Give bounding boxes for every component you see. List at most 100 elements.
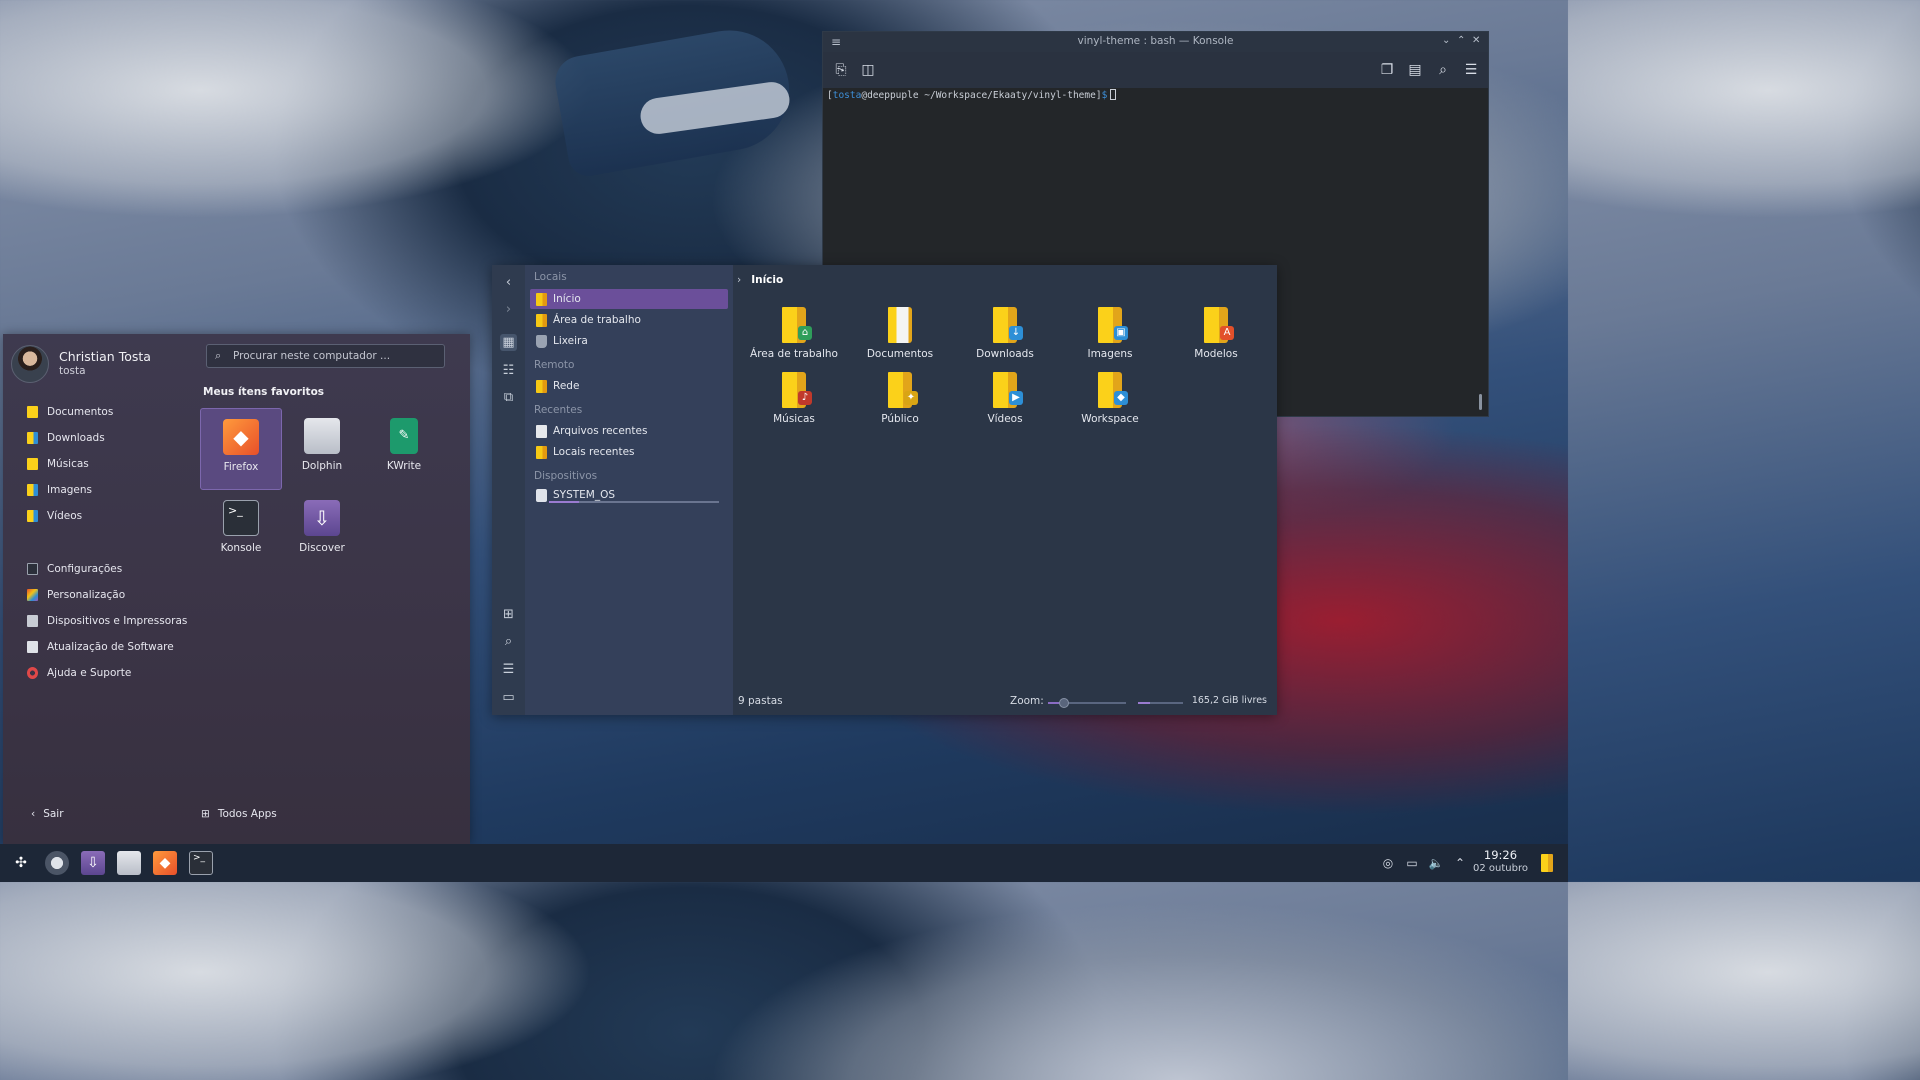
- favorite-discover[interactable]: ⇩ Discover: [281, 490, 363, 572]
- folder-item[interactable]: ♪ Músicas: [744, 372, 844, 425]
- search-icon[interactable]: ⌕: [500, 633, 517, 650]
- copy-icon[interactable]: ❐: [1378, 61, 1396, 79]
- place-label: Imagens: [47, 484, 93, 496]
- search-input[interactable]: ⌕ Procurar neste computador ...: [206, 344, 445, 368]
- terminal-panel-icon[interactable]: ▭: [500, 689, 517, 706]
- network-status-icon[interactable]: ◎: [1380, 855, 1396, 871]
- folder-item[interactable]: ◆ Workspace: [1060, 372, 1160, 425]
- launcher-personalization[interactable]: Personalização: [27, 589, 125, 601]
- sidebar-item-recent-places[interactable]: Locais recentes: [530, 442, 728, 462]
- close-icon[interactable]: ✕: [1472, 35, 1480, 46]
- folder-item[interactable]: ▣ Imagens: [1060, 307, 1160, 360]
- status-bar: 9 pastas Zoom: 165,2 GiB livres: [738, 695, 1267, 709]
- dolphin-left-rail: ‹ › ▦ ☷ ⧉ ⊞ ⌕ ☰ ▭: [492, 265, 525, 715]
- launcher-place-documents[interactable]: Documentos: [27, 406, 113, 418]
- file-view[interactable]: › Início ⌂ Área de trabalho Documentos ↓ D…: [733, 265, 1277, 715]
- prompt-user: tosta: [832, 90, 862, 101]
- breadcrumb[interactable]: › Início: [737, 274, 783, 286]
- personalization-icon: [27, 589, 38, 601]
- favorite-label: KWrite: [386, 460, 422, 472]
- folder-label: Vídeos: [987, 413, 1023, 425]
- favorite-firefox[interactable]: ◆ Firefox: [200, 408, 282, 490]
- favorite-dolphin[interactable]: Dolphin: [281, 408, 363, 490]
- icons-view-icon[interactable]: ▦: [500, 334, 517, 351]
- avatar[interactable]: [11, 345, 49, 383]
- paste-icon[interactable]: ▤: [1406, 61, 1424, 79]
- folder-label: Imagens: [1087, 348, 1133, 360]
- dolphin-icon[interactable]: [117, 851, 141, 875]
- network-folder-icon: [536, 379, 547, 393]
- folder-item[interactable]: ↓ Downloads: [955, 307, 1055, 360]
- clock-date: 02 outubro: [1473, 863, 1528, 874]
- system-label: Configurações: [47, 563, 123, 575]
- launcher-place-videos[interactable]: Vídeos: [27, 510, 82, 522]
- hamburger-menu-icon[interactable]: ☰: [500, 661, 517, 678]
- app-launcher-icon[interactable]: ✣: [9, 851, 33, 875]
- split-panel-icon[interactable]: ⊞: [500, 606, 517, 623]
- show-desktop-icon[interactable]: [1541, 854, 1553, 872]
- folder-item[interactable]: ▶ Vídeos: [955, 372, 1055, 425]
- favorite-label: Discover: [299, 542, 345, 554]
- documents-folder-icon: [888, 307, 912, 343]
- help-icon: [27, 667, 38, 679]
- sidebar-item-recent-files[interactable]: Arquivos recentes: [530, 421, 728, 441]
- firefox-icon[interactable]: ◆: [153, 851, 177, 875]
- details-view-icon[interactable]: ⧉: [500, 389, 517, 406]
- music-folder-icon: ♪: [782, 372, 812, 408]
- workspace-folder-icon: ◆: [1098, 372, 1128, 408]
- split-view-icon[interactable]: ◫: [859, 61, 877, 79]
- sidebar-item-home[interactable]: Início: [530, 289, 728, 309]
- zoom-slider-handle[interactable]: [1058, 698, 1069, 708]
- launcher-help-support[interactable]: Ajuda e Suporte: [27, 667, 131, 679]
- folder-item[interactable]: ✦ Público: [850, 372, 950, 425]
- favorite-konsole[interactable]: >_ Konsole: [200, 490, 282, 572]
- folder-label: Documentos: [866, 348, 934, 360]
- maximize-icon[interactable]: ⌃: [1457, 35, 1465, 46]
- dolphin-window[interactable]: ‹ › ▦ ☷ ⧉ ⊞ ⌕ ☰ ▭ Locais Início Área de …: [492, 265, 1277, 715]
- system-settings-icon[interactable]: [45, 851, 69, 875]
- leave-label: Sair: [43, 808, 64, 820]
- display-icon[interactable]: ▭: [1404, 855, 1420, 871]
- downloads-folder-icon: ↓: [993, 307, 1023, 343]
- launcher-devices-printers[interactable]: Dispositivos e Impressoras: [27, 615, 187, 627]
- launcher-place-downloads[interactable]: Downloads: [27, 432, 105, 444]
- clock[interactable]: 19:26 02 outubro: [1473, 849, 1528, 875]
- chevron-up-icon[interactable]: ⌃: [1452, 855, 1468, 871]
- all-apps-label: Todos Apps: [217, 808, 277, 820]
- all-apps-button[interactable]: ⊞ Todos Apps: [201, 808, 277, 820]
- favorite-kwrite[interactable]: ✎ KWrite: [363, 408, 445, 490]
- new-tab-icon[interactable]: ⎘: [832, 61, 850, 79]
- minimize-icon[interactable]: ⌄: [1442, 35, 1450, 46]
- leave-button[interactable]: ‹ Sair: [31, 808, 64, 820]
- printer-icon: [27, 615, 38, 627]
- disk-usage-bar: [1138, 702, 1183, 704]
- launcher-place-pictures[interactable]: Imagens: [27, 484, 92, 496]
- folder-item[interactable]: A Modelos: [1166, 307, 1266, 360]
- folder-label: Workspace: [1081, 413, 1139, 425]
- sidebar-item-network[interactable]: Rede: [530, 376, 728, 396]
- konsole-icon[interactable]: >_: [189, 851, 213, 875]
- recent-places-icon: [536, 445, 547, 459]
- discover-icon[interactable]: ⇩: [81, 851, 105, 875]
- sidebar-item-desktop[interactable]: Área de trabalho: [530, 310, 728, 330]
- konsole-titlebar[interactable]: ≡ vinyl-theme : bash — Konsole ⌄ ⌃ ✕: [823, 32, 1488, 52]
- folder-label: Músicas: [773, 413, 815, 425]
- folder-item[interactable]: Documentos: [850, 307, 950, 360]
- home-folder-icon: [536, 292, 547, 306]
- hamburger-menu-icon[interactable]: ☰: [1462, 61, 1480, 79]
- sidebar-item-trash[interactable]: Lixeira: [530, 331, 728, 351]
- launcher-settings[interactable]: Configurações: [27, 563, 122, 575]
- terminal-scrollbar[interactable]: [1479, 394, 1482, 410]
- back-icon[interactable]: ‹: [500, 274, 517, 291]
- forward-icon[interactable]: ›: [500, 301, 517, 318]
- zoom-slider[interactable]: [1048, 698, 1126, 708]
- volume-icon[interactable]: 🔈: [1428, 855, 1444, 871]
- compact-view-icon[interactable]: ☷: [500, 362, 517, 379]
- folder-item[interactable]: ⌂ Área de trabalho: [744, 307, 844, 360]
- launcher-software-update[interactable]: Atualização de Software: [27, 641, 174, 653]
- breadcrumb-current[interactable]: Início: [751, 274, 783, 286]
- chevron-right-icon[interactable]: ›: [737, 274, 741, 286]
- search-icon[interactable]: ⌕: [1434, 61, 1452, 79]
- grid-icon: ⊞: [201, 808, 210, 820]
- launcher-place-music[interactable]: Músicas: [27, 458, 89, 470]
